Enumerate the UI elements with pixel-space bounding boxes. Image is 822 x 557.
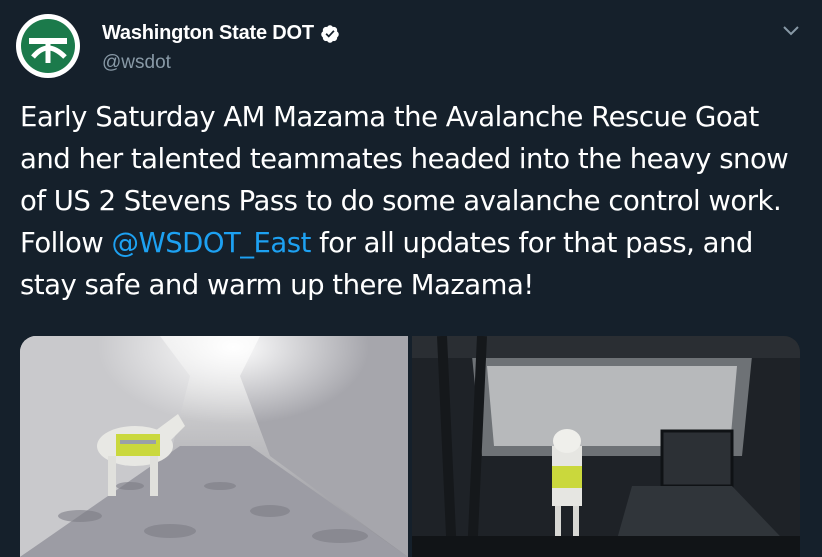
tweet-text: Early Saturday AM Mazama the Avalanche R… [20, 96, 810, 306]
chevron-down-icon[interactable] [782, 24, 800, 38]
goat-in-snow-tunnel-photo[interactable] [20, 336, 408, 557]
mention-link[interactable]: @WSDOT_East [112, 227, 312, 259]
tweet-card: Washington State DOT @wsdot Early Saturd… [0, 0, 822, 557]
goat-in-vehicle-photo[interactable] [412, 336, 800, 557]
author-handle[interactable]: @wsdot [102, 52, 171, 74]
author-name-row[interactable]: Washington State DOT [102, 22, 340, 45]
verified-badge-icon [321, 24, 339, 43]
wsdot-logo-icon[interactable] [16, 14, 80, 78]
author-display-name[interactable]: Washington State DOT [102, 22, 314, 45]
media-grid [20, 336, 800, 557]
